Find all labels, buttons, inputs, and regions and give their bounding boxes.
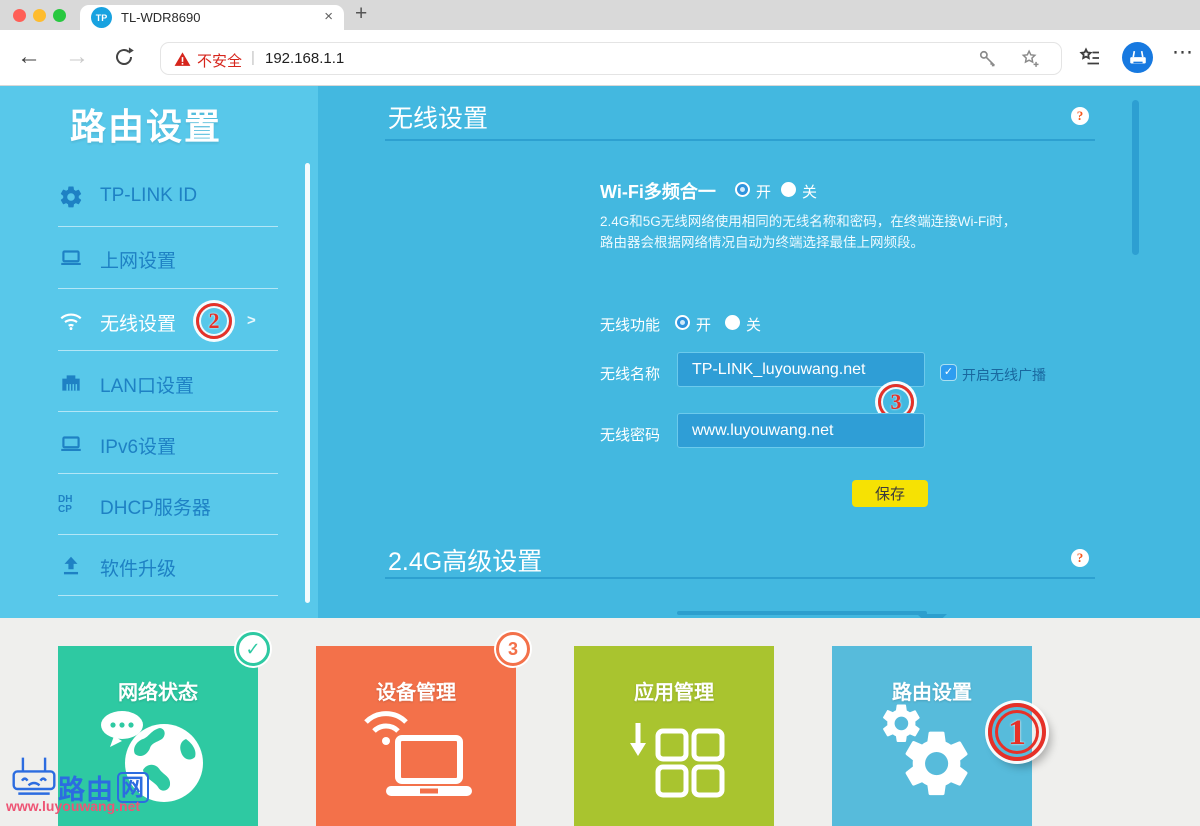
new-tab-button[interactable]: +: [355, 2, 367, 26]
band-merge-off-label[interactable]: 关: [802, 181, 817, 202]
upgrade-icon: [58, 553, 84, 579]
sidebar-item-label: 软件升级: [100, 554, 176, 581]
section-title: 无线设置: [388, 99, 488, 135]
wireless-on-radio[interactable]: [675, 315, 690, 330]
wifi-band-merge-label: Wi-Fi多频合一: [600, 178, 716, 204]
sidebar-item-wireless-settings[interactable]: 无线设置: [0, 305, 318, 337]
watermark-url: www.luyouwang.net: [6, 798, 140, 814]
zoom-window-button[interactable]: [53, 9, 66, 22]
band-merge-description-line2: 路由器会根据网络情况自动为终端选择最佳上网频段。: [600, 231, 924, 251]
monitor-icon: [58, 431, 84, 457]
sidebar-divider: [58, 411, 278, 412]
wireless-password-input[interactable]: [677, 413, 925, 448]
browser-toolbar: ← → 不安全 | 192.168.1.1 ⋯: [0, 30, 1200, 86]
tab-bar: TP TL-WDR8690 × +: [0, 0, 1200, 30]
step-1-annotation: 1: [988, 703, 1046, 761]
help-icon[interactable]: ?: [1071, 549, 1089, 567]
wireless-on-label[interactable]: 开: [696, 314, 711, 335]
sidebar-item-ipv6-settings[interactable]: IPv6设置: [0, 428, 318, 460]
tile-app-management[interactable]: 应用管理: [574, 646, 774, 826]
more-menu-icon[interactable]: ⋯: [1172, 40, 1194, 65]
sidebar-item-tplink-id[interactable]: TP-LINK ID: [0, 181, 318, 213]
close-window-button[interactable]: [13, 9, 26, 22]
minimize-window-button[interactable]: [33, 9, 46, 22]
back-icon[interactable]: ←: [17, 42, 41, 72]
sidebar-divider: [58, 473, 278, 474]
sidebar-divider: [58, 288, 278, 289]
refresh-icon[interactable]: [112, 45, 136, 74]
sidebar-divider: [58, 595, 278, 596]
wifi-icon: [58, 308, 84, 334]
app-grid-download-icon: [622, 701, 730, 814]
not-secure-label[interactable]: 不安全: [197, 50, 242, 71]
sidebar-item-label: TP-LINK ID: [100, 185, 197, 207]
dhcp-icon: DH CP: [58, 492, 84, 518]
sidebar-item-internet-settings[interactable]: 上网设置: [0, 242, 318, 274]
broadcast-checkbox[interactable]: ✓: [941, 365, 956, 380]
step-2-annotation: 2: [196, 303, 232, 339]
sidebar-item-firmware-upgrade[interactable]: 软件升级: [0, 550, 318, 582]
bottom-nav: 网络状态 ✓ 设备管理: [0, 618, 1200, 826]
tile-device-management[interactable]: 设备管理: [316, 646, 516, 826]
content-scrollbar[interactable]: [1132, 100, 1139, 255]
sidebar-item-label: IPv6设置: [100, 432, 176, 459]
tile-check-badge: ✓: [236, 632, 270, 666]
tab-title: TL-WDR8690: [121, 10, 200, 25]
gears-icon: [870, 698, 986, 819]
lan-port-icon: [58, 370, 84, 396]
wireless-name-label: 无线名称: [600, 363, 660, 384]
monitor-icon: [58, 245, 84, 271]
tab-close-icon[interactable]: ×: [324, 8, 333, 25]
wireless-password-label: 无线密码: [600, 424, 660, 445]
save-button[interactable]: 保存: [852, 480, 928, 507]
sidebar-item-label: 上网设置: [100, 246, 176, 273]
band-merge-on-label[interactable]: 开: [756, 181, 771, 202]
browser-window: TP TL-WDR8690 × + ← → 不安全 | 192.168.1.1: [0, 0, 1200, 826]
broadcast-checkbox-label[interactable]: 开启无线广播: [962, 365, 1046, 385]
forward-icon: →: [65, 42, 89, 72]
band-merge-off-radio[interactable]: [781, 182, 796, 197]
tile-label: 网络状态: [58, 676, 258, 705]
sidebar-item-label: 无线设置: [100, 309, 176, 336]
profile-avatar[interactable]: [1122, 42, 1153, 73]
wireless-name-input[interactable]: [677, 352, 925, 387]
band-merge-description-line1: 2.4G和5G无线网络使用相同的无线名称和密码，在终端连接Wi-Fi时，: [600, 210, 1016, 230]
address-bar[interactable]: 不安全 | 192.168.1.1: [160, 42, 1062, 75]
tplink-favicon-icon: TP: [91, 7, 112, 28]
sidebar-item-dhcp-server[interactable]: DH CP DHCP服务器: [0, 489, 318, 521]
sidebar-divider: [58, 350, 278, 351]
sidebar: 路由设置 TP-LINK ID 上网设置 无线设置: [0, 86, 318, 618]
wireless-off-radio[interactable]: [725, 315, 740, 330]
router-admin-page: 路由设置 TP-LINK ID 上网设置 无线设置: [0, 86, 1200, 826]
sidebar-item-lan-settings[interactable]: LAN口设置: [0, 367, 318, 399]
sidebar-scrollbar[interactable]: [305, 163, 310, 603]
sidebar-title: 路由设置: [70, 98, 222, 150]
help-icon[interactable]: ?: [1071, 107, 1089, 125]
section-divider: [385, 139, 1095, 141]
star-add-icon[interactable]: [1019, 48, 1041, 75]
sidebar-divider: [58, 534, 278, 535]
sidebar-item-label: LAN口设置: [100, 371, 194, 398]
favorites-list-icon[interactable]: [1078, 46, 1102, 75]
laptop-wifi-icon: [358, 698, 476, 813]
sidebar-divider: [58, 226, 278, 227]
address-divider: |: [251, 49, 255, 66]
wireless-function-label: 无线功能: [600, 314, 660, 335]
wireless-off-label[interactable]: 关: [746, 314, 761, 335]
chevron-right-icon: >: [247, 312, 256, 329]
url-text[interactable]: 192.168.1.1: [265, 50, 344, 67]
browser-tab[interactable]: TP TL-WDR8690 ×: [80, 5, 344, 30]
band-merge-on-radio[interactable]: [735, 182, 750, 197]
wireless-settings-panel: 无线设置 ? Wi-Fi多频合一 开 关 2.4G和5G无线网络使用相同的无线名…: [318, 86, 1200, 618]
key-icon[interactable]: [977, 48, 999, 75]
security-warning-icon[interactable]: [173, 50, 192, 74]
advanced-section-title: 2.4G高级设置: [388, 542, 542, 578]
gear-icon: [58, 184, 84, 210]
panel-bottom-indicator: [677, 611, 927, 615]
section-divider: [385, 577, 1095, 579]
sidebar-item-label: DHCP服务器: [100, 493, 211, 520]
tile-count-badge: 3: [496, 632, 530, 666]
